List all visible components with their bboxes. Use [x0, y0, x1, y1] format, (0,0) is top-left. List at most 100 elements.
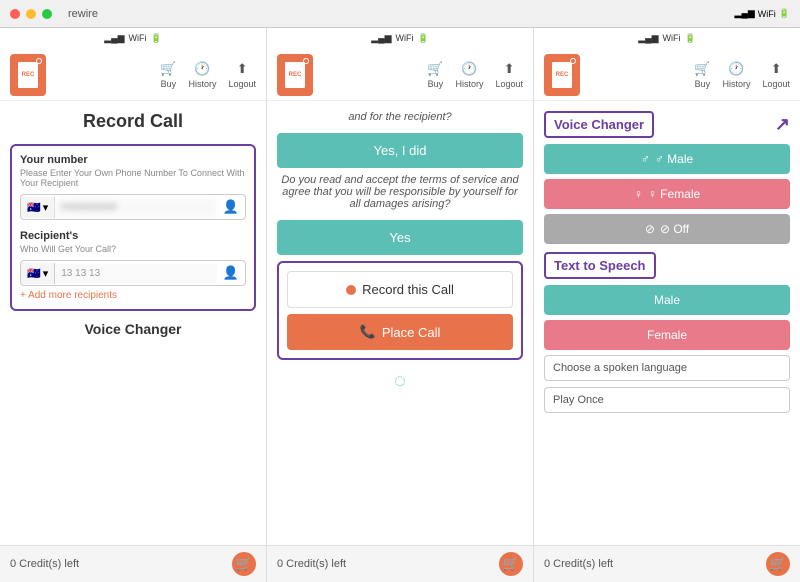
- wifi-3: WiFi: [663, 33, 681, 43]
- header-1: REC 🛒 Buy 🕐 History ⬆ Logout: [0, 48, 266, 101]
- your-number-section: Your number Please Enter Your Own Phone …: [10, 144, 256, 311]
- voice-changer-header: Voice Changer ↗: [544, 111, 790, 138]
- content-3: Voice Changer ↗ ♂ ♂ Male ♀ ♀ Female ⊘ ⊘ …: [534, 101, 800, 545]
- nav-buy-2[interactable]: 🛒 Buy: [427, 61, 443, 89]
- logo-rec-1: REC: [22, 72, 35, 78]
- nav-logout-1[interactable]: ⬆ Logout: [228, 61, 256, 89]
- status-bar-3: ▂▄▆ WiFi 🔋: [534, 28, 800, 48]
- browser-controls: rewire: [10, 8, 98, 20]
- page-title-1: Record Call: [10, 111, 256, 132]
- content-2: and for the recipient? Yes, I did Do you…: [267, 101, 533, 545]
- phone-icon: 📞: [360, 324, 376, 340]
- logo-dot-2: [303, 58, 309, 64]
- buy-icon-2: 🛒: [427, 61, 443, 77]
- logo-icon-1: REC: [10, 54, 46, 96]
- female-label: ♀ Female: [648, 187, 700, 201]
- flag-selector-1[interactable]: 🇦🇺 ▾: [21, 197, 55, 218]
- nav-1: 🛒 Buy 🕐 History ⬆ Logout: [160, 61, 256, 89]
- off-icon: ⊘: [645, 222, 655, 236]
- nav-logout-label-2: Logout: [495, 79, 523, 89]
- cart-button-1[interactable]: 🛒: [232, 552, 256, 576]
- flag-2: 🇦🇺: [27, 267, 41, 280]
- play-select[interactable]: Play Once Play Twice Loop: [544, 387, 790, 413]
- place-call-button[interactable]: 📞 Place Call: [287, 314, 513, 350]
- close-dot[interactable]: [10, 9, 20, 19]
- contact-icon-1[interactable]: 👤: [217, 195, 245, 219]
- bottom-bar-2: 0 Credit(s) left 🛒: [267, 545, 533, 582]
- nav-history-3[interactable]: 🕐 History: [722, 61, 750, 89]
- your-number-hint: Please Enter Your Own Phone Number To Co…: [20, 168, 246, 188]
- nav-2: 🛒 Buy 🕐 History ⬆ Logout: [427, 61, 523, 89]
- minimize-dot[interactable]: [26, 9, 36, 19]
- nav-buy-3[interactable]: 🛒 Buy: [694, 61, 710, 89]
- yes-i-did-button[interactable]: Yes, I did: [277, 133, 523, 168]
- credits-label-3: 0 Credit(s) left: [544, 558, 613, 570]
- status-bar-2: ▂▄▆ WiFi 🔋: [267, 28, 533, 48]
- logout-icon-2: ⬆: [504, 61, 515, 77]
- browser-title: rewire: [68, 8, 98, 20]
- record-this-call-button[interactable]: Record this Call: [287, 271, 513, 308]
- history-icon-3: 🕐: [728, 61, 744, 77]
- maximize-dot[interactable]: [42, 9, 52, 19]
- recipients-label: Recipient's: [20, 230, 246, 242]
- tts-female-button[interactable]: Female: [544, 320, 790, 350]
- yes-button[interactable]: Yes: [277, 220, 523, 255]
- off-voice-button[interactable]: ⊘ ⊘ Off: [544, 214, 790, 244]
- logo-inner-2: REC: [283, 60, 307, 90]
- signal-2: ▂▄▆: [371, 33, 391, 44]
- tts-male-button[interactable]: Male: [544, 285, 790, 315]
- recipients-field[interactable]: [55, 264, 217, 283]
- logo-dot-3: [570, 58, 576, 64]
- logo-2: REC: [277, 54, 313, 96]
- recipients-input-row: 🇦🇺 ▾ 👤: [20, 260, 246, 286]
- history-icon-2: 🕐: [461, 61, 477, 77]
- history-icon-1: 🕐: [194, 61, 210, 77]
- logo-1: REC: [10, 54, 46, 96]
- nav-history-1[interactable]: 🕐 History: [188, 61, 216, 89]
- female-gender-icon: ♀: [634, 187, 643, 201]
- browser-status: ▂▄▆ WiFi 🔋: [735, 8, 790, 19]
- nav-buy-1[interactable]: 🛒 Buy: [160, 61, 176, 89]
- male-voice-button[interactable]: ♂ ♂ Male: [544, 144, 790, 174]
- terms-line1: and for the recipient?: [277, 111, 523, 123]
- tts-badge: Text to Speech: [544, 252, 656, 279]
- cart-button-3[interactable]: 🛒: [766, 552, 790, 576]
- your-number-field[interactable]: [55, 198, 217, 217]
- bottom-bar-1: 0 Credit(s) left 🛒: [0, 545, 266, 582]
- voice-changer-badge: Voice Changer: [544, 111, 654, 138]
- male-label: ♂ Male: [655, 152, 693, 166]
- cart-button-2[interactable]: 🛒: [499, 552, 523, 576]
- off-label: ⊘ Off: [660, 222, 689, 236]
- status-bar-1: ▂▄▆ WiFi 🔋: [0, 28, 266, 48]
- credits-label-2: 0 Credit(s) left: [277, 558, 346, 570]
- tts-male-label: Male: [654, 293, 680, 307]
- nav-buy-label-3: Buy: [695, 79, 711, 89]
- logo-icon-3: REC: [544, 54, 580, 96]
- signal-3: ▂▄▆: [638, 33, 658, 44]
- voice-changer-title-1: Voice Changer: [10, 321, 256, 337]
- nav-logout-label-1: Logout: [228, 79, 256, 89]
- nav-logout-2[interactable]: ⬆ Logout: [495, 61, 523, 89]
- nav-history-label-3: History: [722, 79, 750, 89]
- nav-logout-3[interactable]: ⬆ Logout: [762, 61, 790, 89]
- logo-rec-2: REC: [289, 72, 302, 78]
- language-select[interactable]: Choose a spoken language English Spanish…: [544, 355, 790, 381]
- panel-voice: ▂▄▆ WiFi 🔋 REC 🛒 Buy 🕐 H: [534, 28, 800, 582]
- logout-icon-3: ⬆: [771, 61, 782, 77]
- panel-record-call: ▂▄▆ WiFi 🔋 REC 🛒 Buy 🕐 H: [0, 28, 267, 582]
- terms-line2: Do you read and accept the terms of serv…: [277, 174, 523, 210]
- panel-terms: ▂▄▆ WiFi 🔋 REC 🛒 Buy 🕐 H: [267, 28, 534, 582]
- logo-3: REC: [544, 54, 580, 96]
- nav-buy-label-1: Buy: [161, 79, 177, 89]
- your-number-label: Your number: [20, 154, 246, 166]
- add-more-link[interactable]: + Add more recipients: [20, 290, 246, 301]
- tts-female-label: Female: [647, 328, 687, 342]
- recipients-hint: Who Will Get Your Call?: [20, 244, 246, 254]
- browser-bar: rewire ▂▄▆ WiFi 🔋: [0, 0, 800, 28]
- nav-history-2[interactable]: 🕐 History: [455, 61, 483, 89]
- female-voice-button[interactable]: ♀ ♀ Female: [544, 179, 790, 209]
- arrow-up-right-icon: ↗: [775, 114, 790, 135]
- flag-selector-2[interactable]: 🇦🇺 ▾: [21, 263, 55, 284]
- nav-3: 🛒 Buy 🕐 History ⬆ Logout: [694, 61, 790, 89]
- contact-icon-2[interactable]: 👤: [217, 261, 245, 285]
